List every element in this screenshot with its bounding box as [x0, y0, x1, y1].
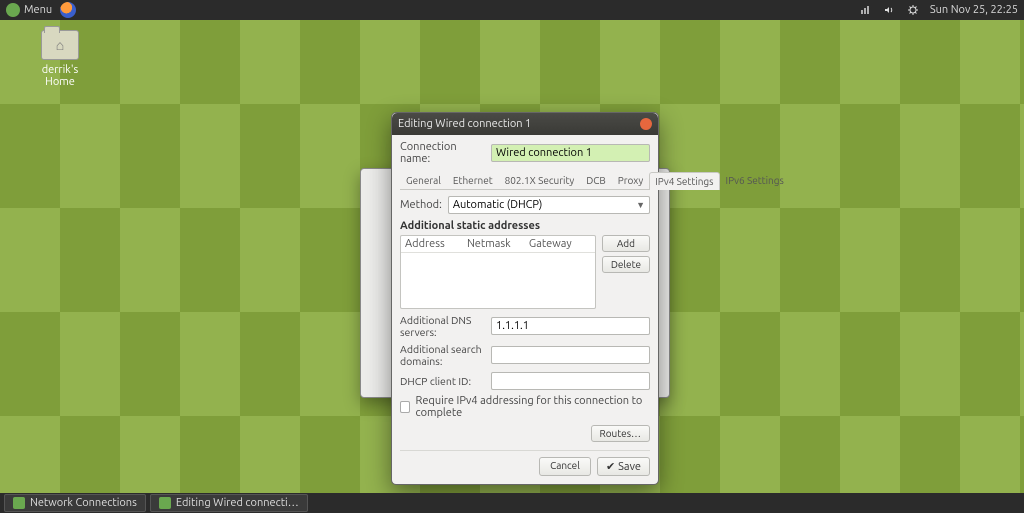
dhcp-client-id-input[interactable]: [491, 372, 650, 390]
check-icon: ✔: [606, 460, 615, 473]
addresses-section-title: Additional static addresses: [400, 220, 650, 232]
routes-button[interactable]: Routes…: [591, 425, 651, 442]
taskbar: Network Connections Editing Wired connec…: [0, 493, 1024, 513]
network-tray-icon[interactable]: [858, 3, 872, 17]
top-panel: Menu Sun Nov 25, 22:25: [0, 0, 1024, 20]
method-value: Automatic (DHCP): [453, 199, 543, 211]
connection-name-input[interactable]: [491, 144, 650, 162]
home-folder-label: derrik's Home: [30, 64, 90, 88]
tab-8021x[interactable]: 802.1X Security: [499, 171, 581, 189]
taskbar-item-label: Network Connections: [30, 497, 137, 509]
mint-logo-icon: [6, 3, 20, 17]
app-icon: [13, 497, 25, 509]
taskbar-item-network-connections[interactable]: Network Connections: [4, 494, 146, 512]
tab-general[interactable]: General: [400, 171, 447, 189]
desktop: Menu Sun Nov 25, 22:25 ⌂ derrik's Home E…: [0, 0, 1024, 513]
col-address: Address: [405, 238, 467, 250]
dns-label: Additional DNS servers:: [400, 314, 485, 338]
addresses-table[interactable]: Address Netmask Gateway: [400, 235, 596, 309]
require-ipv4-label: Require IPv4 addressing for this connect…: [415, 395, 650, 419]
edit-connection-dialog: Editing Wired connection 1 Connection na…: [391, 112, 659, 485]
volume-tray-icon[interactable]: [882, 3, 896, 17]
settings-tabs: General Ethernet 802.1X Security DCB Pro…: [400, 171, 650, 190]
chevron-down-icon: ▼: [636, 200, 645, 210]
delete-button[interactable]: Delete: [602, 256, 650, 273]
search-domains-label: Additional search domains:: [400, 343, 485, 367]
dhcp-client-id-label: DHCP client ID:: [400, 375, 485, 387]
tab-proxy[interactable]: Proxy: [612, 171, 649, 189]
method-select[interactable]: Automatic (DHCP) ▼: [448, 196, 650, 214]
col-netmask: Netmask: [467, 238, 529, 250]
tab-dcb[interactable]: DCB: [580, 171, 612, 189]
require-ipv4-checkbox[interactable]: [400, 401, 410, 413]
clock[interactable]: Sun Nov 25, 22:25: [930, 4, 1018, 16]
tab-ethernet[interactable]: Ethernet: [447, 171, 499, 189]
cancel-button[interactable]: Cancel: [539, 457, 591, 476]
addresses-header: Address Netmask Gateway: [401, 236, 595, 253]
method-label: Method:: [400, 199, 442, 211]
dialog-titlebar[interactable]: Editing Wired connection 1: [392, 113, 658, 135]
firefox-launcher-icon[interactable]: [60, 2, 76, 18]
save-button[interactable]: ✔Save: [597, 457, 650, 476]
dialog-title: Editing Wired connection 1: [398, 118, 531, 130]
add-button[interactable]: Add: [602, 235, 650, 252]
connection-name-label: Connection name:: [400, 141, 485, 165]
tab-ipv6[interactable]: IPv6 Settings: [720, 171, 790, 189]
search-domains-input[interactable]: [491, 346, 650, 364]
taskbar-item-editing-wired[interactable]: Editing Wired connecti…: [150, 494, 308, 512]
menu-label: Menu: [24, 4, 52, 16]
col-gateway: Gateway: [529, 238, 591, 250]
tab-ipv4[interactable]: IPv4 Settings: [649, 172, 719, 190]
dns-input[interactable]: [491, 317, 650, 335]
taskbar-item-label: Editing Wired connecti…: [176, 497, 299, 509]
home-folder-icon[interactable]: ⌂ derrik's Home: [30, 30, 90, 88]
app-icon: [159, 497, 171, 509]
settings-tray-icon[interactable]: [906, 3, 920, 17]
menu-button[interactable]: Menu: [6, 3, 52, 17]
folder-icon: ⌂: [41, 30, 79, 60]
close-icon[interactable]: [640, 118, 652, 130]
